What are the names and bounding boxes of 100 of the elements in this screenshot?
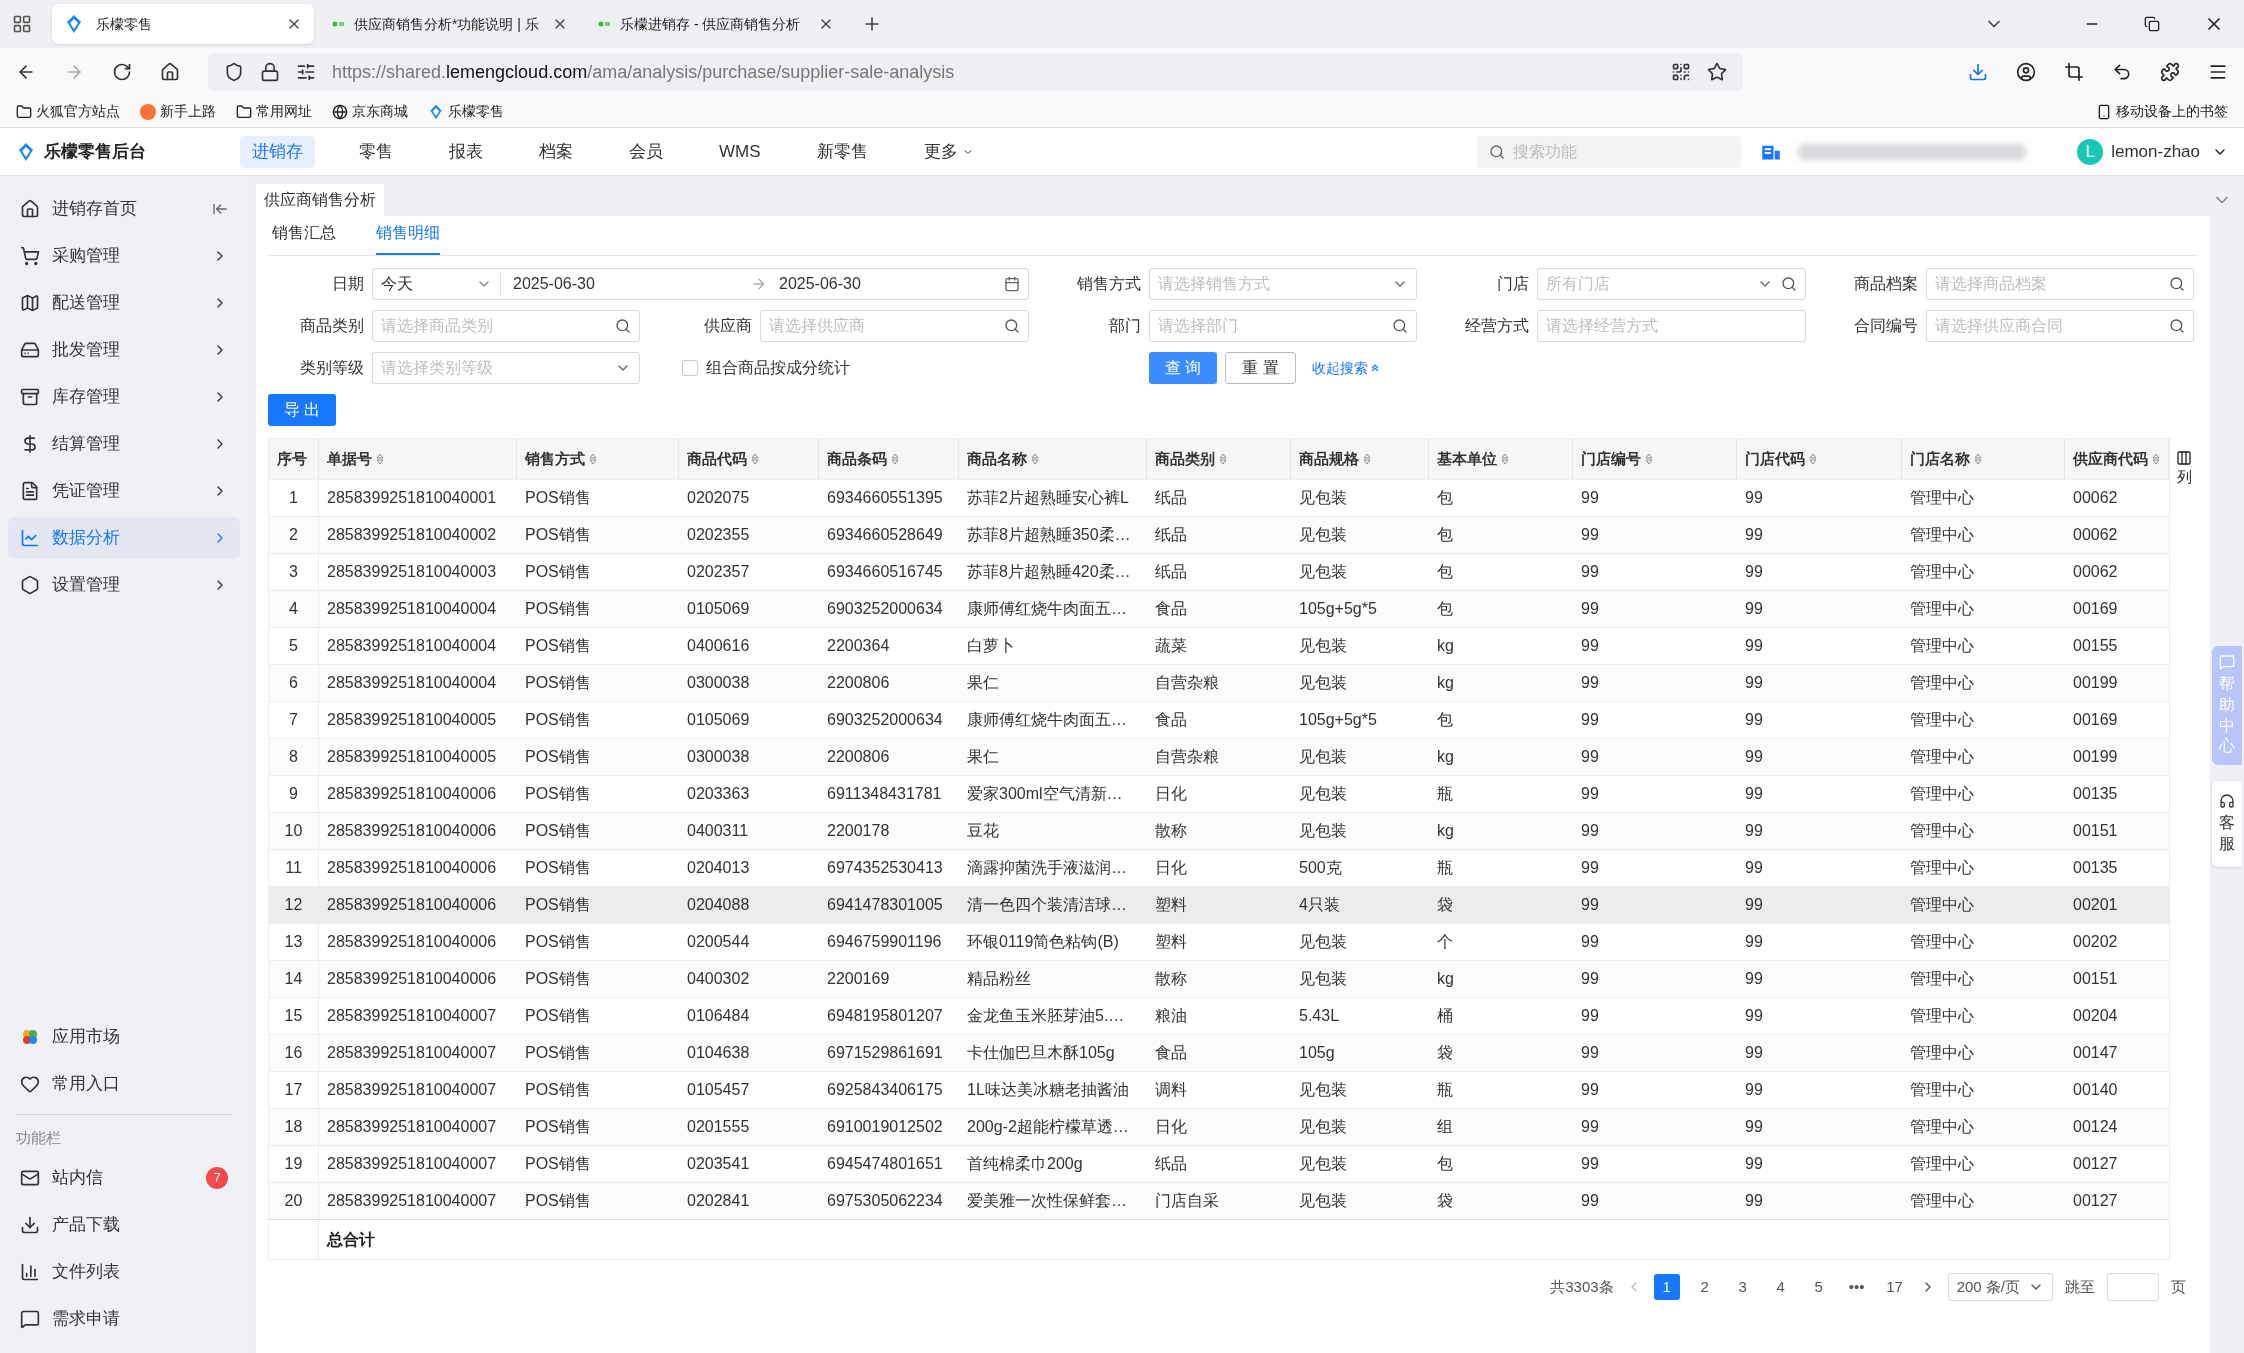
table-row[interactable]: 6 2858399251810040004 POS销售 0300038 2200806 果仁 自营杂粮 见包装 kg 99 99 管理中心 00199: [269, 664, 2169, 701]
table-cell-text: 99: [1744, 821, 1764, 841]
sidebar-item[interactable]: 文件列表: [8, 1251, 240, 1293]
table-row[interactable]: 1 2858399251810040001 POS销售 0202075 6934660551395 苏菲2片超熟睡安心裤L 纸品 见包装 包 99 99 管理中心 00062: [269, 479, 2169, 516]
home-icon[interactable]: [160, 62, 180, 82]
table-row[interactable]: 20 2858399251810040007 POS销售 0202841 6975305062234 爱美雅一次性保鲜套… 门店自采 见包装 袋 99 99 管理中心 00127: [269, 1182, 2169, 1219]
browser-tab[interactable]: 乐檬进销存 - 供应商销售分析: [584, 4, 846, 44]
crop-icon[interactable]: [2064, 62, 2084, 82]
sidebar-item[interactable]: 设置管理: [8, 564, 240, 606]
sidebar-item[interactable]: 批发管理: [8, 329, 240, 371]
sidebar-item[interactable]: 应用市场: [8, 1015, 240, 1058]
browser-tab[interactable]: 乐檬零售: [52, 4, 314, 44]
address-bar[interactable]: https://shared.lemengcloud.com/ama/analysis/purchase/supplier-sale-analysis: [208, 53, 1743, 91]
bookmark-link[interactable]: 新手上路: [140, 101, 216, 122]
sort-icon[interactable]: [1645, 453, 1653, 465]
sidebar-item[interactable]: 进销存首页: [8, 188, 240, 230]
sidebar-item[interactable]: 常用入口: [8, 1062, 240, 1105]
bookmark-link[interactable]: 移动设备上的书签: [2096, 101, 2228, 122]
table-cell-text: 见包装: [1298, 784, 1348, 804]
nav-tab[interactable]: WMS: [707, 135, 773, 168]
sort-icon[interactable]: [751, 453, 759, 465]
bookmark-link[interactable]: 京东商城: [332, 101, 408, 122]
nav-tab[interactable]: 进销存: [240, 135, 315, 168]
export-button[interactable]: 导 出: [268, 394, 337, 426]
table-row[interactable]: 11 2858399251810040006 POS销售 0204013 6974352530413 滴露抑菌洗手液滋润… 日化 500克 瓶 99 99 管理中心 00135: [269, 849, 2169, 886]
sidebar-item[interactable]: 结算管理: [8, 423, 240, 465]
customer-service-tab[interactable]: 客服: [2212, 781, 2242, 867]
sort-icon[interactable]: [1974, 453, 1982, 465]
sidebar-item[interactable]: 配送管理: [8, 282, 240, 324]
table-row[interactable]: 2 2858399251810040002 POS销售 0202355 6934660528649 苏菲8片超熟睡350柔… 纸品 见包装 包 99 99 管理中心 00062: [269, 516, 2169, 553]
sort-icon[interactable]: [1219, 453, 1227, 465]
page-size-select[interactable]: 200 条/页: [1947, 1273, 2053, 1301]
page-button[interactable]: 5: [1805, 1274, 1832, 1300]
table-row[interactable]: 17 2858399251810040007 POS销售 0105457 6925843406175 1L味达美冰糖老抽酱油 调料 见包装 瓶 99 99 管理中心 00140: [269, 1071, 2169, 1108]
sub-tab[interactable]: 销售明细: [376, 221, 440, 255]
page-button[interactable]: 2: [1691, 1274, 1718, 1300]
table-cell-text: 2858399251810040007: [326, 1117, 498, 1137]
bookmark-link[interactable]: 常用网址: [236, 101, 312, 122]
bookmark-link[interactable]: 火狐官方站点: [16, 101, 120, 122]
sort-icon[interactable]: [376, 453, 384, 465]
nav-tab[interactable]: 会员: [617, 135, 675, 168]
sort-icon[interactable]: [891, 453, 899, 465]
date-range-field[interactable]: 今天 2025-06-30 2025-06-30: [372, 268, 1029, 300]
table-row[interactable]: 15 2858399251810040007 POS销售 0106484 6948195801207 金龙鱼玉米胚芽油5.… 粮油 5.43L 桶 99 99 管理中心 00204: [269, 997, 2169, 1034]
user-name[interactable]: lemon-zhao: [2111, 138, 2200, 165]
extensions-icon[interactable]: [2160, 62, 2180, 82]
download-icon[interactable]: [1968, 62, 1988, 82]
sort-icon[interactable]: [589, 453, 597, 465]
bookmark-link[interactable]: 乐檬零售: [428, 101, 504, 122]
browser-tab[interactable]: 供应商销售分析*功能说明 | 乐: [318, 4, 580, 44]
sidebar-item[interactable]: 站内信 7: [8, 1157, 240, 1199]
sort-icon[interactable]: [1809, 453, 1817, 465]
page-jump-field[interactable]: [2107, 1273, 2159, 1301]
sidebar-item[interactable]: 凭证管理: [8, 470, 240, 512]
table-row[interactable]: 14 2858399251810040006 POS销售 0400302 2200169 精品粉丝 散称 见包装 kg 99 99 管理中心 00151: [269, 960, 2169, 997]
sidebar-item[interactable]: 采购管理: [8, 235, 240, 277]
sort-icon[interactable]: [1363, 453, 1371, 465]
sidebar-item[interactable]: 库存管理: [8, 376, 240, 418]
tab-overview-icon[interactable]: [12, 14, 32, 34]
page-button[interactable]: 4: [1767, 1274, 1794, 1300]
sort-icon[interactable]: [1501, 453, 1509, 465]
table-cell-text: 日化: [1154, 784, 1188, 804]
nav-tab[interactable]: 报表: [437, 135, 495, 168]
undo-icon[interactable]: [2112, 62, 2132, 82]
table-cell-text: 管理中心: [1909, 562, 1975, 582]
table-row[interactable]: 18 2858399251810040007 POS销售 0201555 6910019012502 200g-2超能柠檬草透… 日化 见包装 组 99 99 管理中心 00124: [269, 1108, 2169, 1145]
page-button[interactable]: 17: [1881, 1274, 1908, 1300]
sub-tab[interactable]: 销售汇总: [272, 221, 336, 255]
sort-icon[interactable]: [2152, 453, 2160, 465]
table-row[interactable]: 8 2858399251810040005 POS销售 0300038 2200806 果仁 自营杂粮 见包装 kg 99 99 管理中心 00199: [269, 738, 2169, 775]
table-row[interactable]: 10 2858399251810040006 POS销售 0400311 2200178 豆花 散称 见包装 kg 99 99 管理中心 00151: [269, 812, 2169, 849]
menu-icon[interactable]: [2208, 62, 2228, 82]
sidebar-item[interactable]: 产品下载: [8, 1204, 240, 1246]
search-icon: [615, 318, 632, 334]
table-row[interactable]: 13 2858399251810040006 POS销售 0200544 6946759901196 环银0119简色粘钩(B) 塑料 见包装 个 99 99 管理中心 00202: [269, 923, 2169, 960]
checkbox[interactable]: [682, 360, 699, 376]
nav-tab[interactable]: 档案: [527, 135, 585, 168]
sidebar-item[interactable]: 需求申请: [8, 1298, 240, 1340]
nav-tab[interactable]: 零售: [347, 135, 405, 168]
restore-icon[interactable]: [2144, 16, 2160, 32]
table-row[interactable]: 3 2858399251810040003 POS销售 0202357 6934660516745 苏菲8片超熟睡420柔… 纸品 见包装 包 99 99 管理中心 00062: [269, 553, 2169, 590]
reload-icon[interactable]: [112, 62, 132, 82]
table-row[interactable]: 19 2858399251810040007 POS销售 0203541 6945474801651 首纯棉柔巾200g 纸品 见包装 包 99 99 管理中心 00127: [269, 1145, 2169, 1182]
nav-tab[interactable]: 新零售: [804, 135, 880, 168]
table-row[interactable]: 7 2858399251810040005 POS销售 0105069 6903252000634 康师傅红烧牛肉面五… 食品 105g+5g*5 包 99 99 管理中心 00169: [269, 701, 2169, 738]
sort-icon[interactable]: [1031, 453, 1039, 465]
page-button[interactable]: •••: [1843, 1274, 1870, 1300]
reset-button[interactable]: 重 置: [1225, 352, 1296, 384]
collapse-search-link[interactable]: 收起搜索: [1311, 357, 1380, 379]
table-row[interactable]: 9 2858399251810040006 POS销售 0203363 6911348431781 爱家300ml空气清新… 日化 见包装 瓶 99 99 管理中心 00135: [269, 775, 2169, 812]
page-button[interactable]: 1: [1653, 1274, 1680, 1300]
column-settings-button[interactable]: 列: [2170, 438, 2198, 498]
page-tab[interactable]: 供应商销售分析: [256, 184, 384, 216]
table-row[interactable]: 4 2858399251810040004 POS销售 0105069 6903252000634 康师傅红烧牛肉面五… 食品 105g+5g*5 包 99 99 管理中心 00169: [269, 590, 2169, 627]
table-row[interactable]: 16 2858399251810040007 POS销售 0104638 6971529861691 卡仕伽巴旦木酥105g 食品 105g 袋 99 99 管理中心 00147: [269, 1034, 2169, 1071]
table-row[interactable]: 12 2858399251810040006 POS销售 0204088 6941478301005 清一色四个装清洁球… 塑料 4只装 袋 99 99 管理中心 00201: [269, 886, 2169, 923]
account-icon[interactable]: [2016, 62, 2036, 82]
table-row[interactable]: 5 2858399251810040004 POS销售 0400616 2200364 白萝卜 蔬菜 见包装 kg 99 99 管理中心 00155: [269, 627, 2169, 664]
nav-tab[interactable]: 更多: [911, 135, 986, 168]
page-button[interactable]: 3: [1729, 1274, 1756, 1300]
